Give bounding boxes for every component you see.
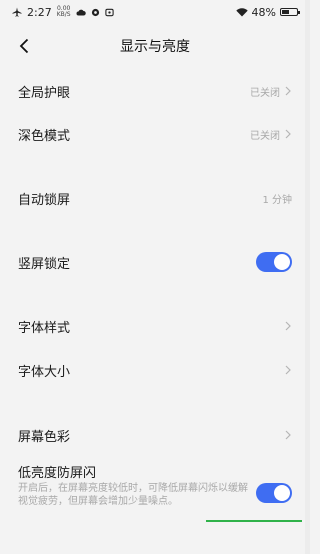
back-arrow-icon (19, 38, 29, 54)
toggle-knob (274, 485, 290, 501)
setting-label: 低亮度防屏闪 (18, 465, 97, 481)
wifi-icon (235, 7, 248, 16)
battery-icon (280, 8, 300, 16)
setting-label: 深色模式 (18, 128, 71, 144)
portrait-lock-toggle[interactable] (256, 252, 292, 272)
status-bar: 2:27 0.00 KB/S 48% (0, 0, 310, 24)
chevron-right-icon (285, 129, 291, 139)
setting-row-dark-mode[interactable]: 深色模式 已关闭 (0, 117, 310, 151)
status-right: 48% (235, 5, 300, 19)
setting-right: 已关闭 (250, 127, 292, 142)
notification-icon (104, 8, 114, 16)
setting-right: 已关闭 (250, 84, 292, 99)
scroll-edge (305, 0, 310, 554)
setting-label: 竖屏锁定 (18, 256, 71, 272)
gesture-indicator (206, 520, 302, 522)
setting-row-auto-lock[interactable]: 自动锁屏 1 分钟 (0, 181, 310, 215)
chevron-right-icon (285, 365, 291, 375)
setting-row-font-size[interactable]: 字体大小 (0, 353, 310, 387)
setting-value: 已关闭 (250, 130, 280, 142)
setting-row-eye-protection[interactable]: 全局护眼 已关闭 (0, 74, 310, 108)
setting-value: 已关闭 (250, 87, 280, 99)
chevron-right-icon (285, 430, 291, 440)
page-title: 显示与亮度 (120, 39, 190, 55)
back-button[interactable] (10, 32, 38, 60)
setting-label: 字体样式 (18, 320, 71, 336)
setting-value: 1 分钟 (262, 194, 292, 206)
net-speed: 0.00 KB/S (57, 6, 71, 18)
setting-label: 字体大小 (18, 364, 71, 380)
low-brightness-description: 开启后，在屏幕亮度较低时，可降低屏幕闪烁以缓解视觉疲劳，但屏幕会增加少量噪点。 (18, 483, 248, 507)
setting-label: 全局护眼 (18, 85, 71, 101)
setting-right (284, 365, 292, 375)
status-left: 2:27 0.00 KB/S (12, 6, 114, 19)
airplane-icon (12, 7, 22, 17)
cloud-icon (76, 9, 86, 16)
settings-icon (91, 8, 99, 16)
setting-row-low-brightness-flicker: 低亮度防屏闪 (0, 460, 310, 482)
setting-row-portrait-lock: 竖屏锁定 (0, 245, 310, 279)
setting-row-font-style[interactable]: 字体样式 (0, 309, 310, 343)
setting-label: 屏幕色彩 (18, 429, 71, 445)
status-time: 2:27 (27, 5, 52, 19)
setting-label: 自动锁屏 (18, 192, 71, 208)
nav-bar: 显示与亮度 (0, 24, 310, 68)
chevron-right-icon (285, 321, 291, 331)
low-brightness-flicker-toggle[interactable] (256, 483, 292, 503)
setting-right (284, 321, 292, 331)
setting-row-screen-color[interactable]: 屏幕色彩 (0, 418, 310, 452)
setting-right (284, 430, 292, 440)
toggle-knob (274, 254, 290, 270)
battery-percent: 48% (251, 5, 276, 19)
net-speed-unit: KB/S (56, 11, 71, 18)
chevron-right-icon (285, 86, 291, 96)
setting-right: 1 分钟 (262, 191, 292, 206)
